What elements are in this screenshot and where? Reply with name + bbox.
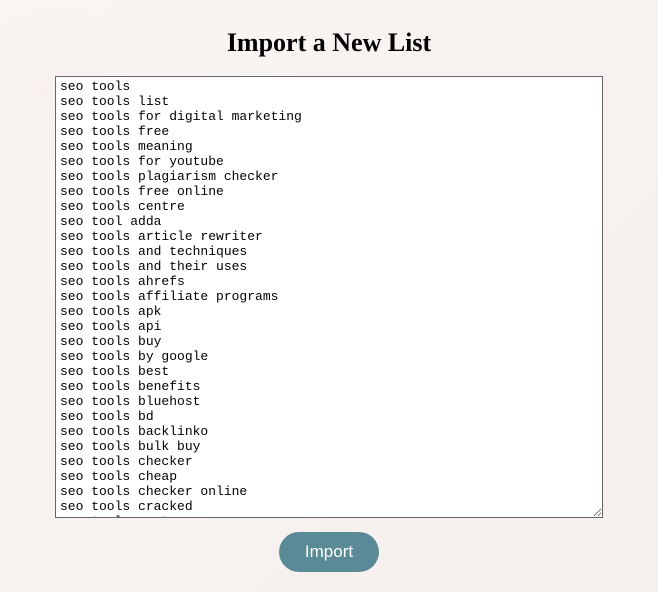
list-input[interactable]	[55, 76, 603, 518]
import-button[interactable]: Import	[279, 532, 379, 572]
page-title: Import a New List	[227, 28, 431, 58]
main-container: Import a New List Import	[0, 0, 658, 592]
